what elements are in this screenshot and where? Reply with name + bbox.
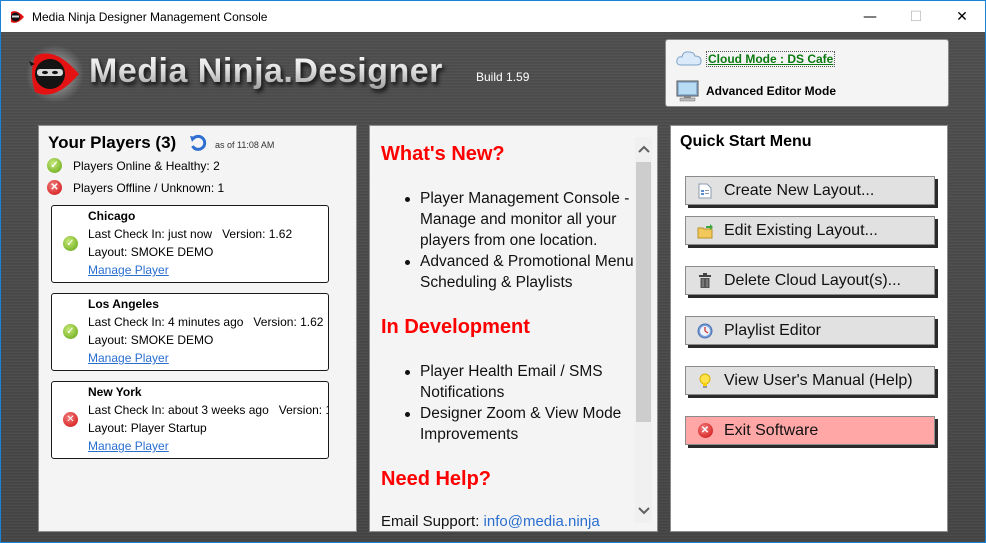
news-panel: What's New? Player Management Console - … — [369, 125, 658, 532]
summary-online-text: Players Online & Healthy: 2 — [73, 158, 220, 173]
maximize-icon: ☐ — [909, 8, 923, 25]
last-check-in: Last Check In: about 3 weeks ago — [88, 403, 269, 417]
brand-title: Media Ninja.Designer — [89, 52, 443, 90]
player-card-chicago: ✓ Chicago Last Check In: just now Version… — [51, 205, 329, 283]
exit-icon: ✕ — [697, 423, 713, 439]
news-item: Player Management Console - Manage and m… — [405, 188, 641, 251]
trash-icon — [697, 273, 713, 289]
error-circle-icon: ✕ — [697, 423, 713, 438]
news-item: Designer Zoom & View Mode Improvements — [405, 403, 641, 445]
exit-software-button[interactable]: ✕ Exit Software — [685, 416, 935, 445]
advanced-editor-mode-label[interactable]: Advanced Editor Mode — [706, 84, 836, 98]
check-circle-icon: ✓ — [47, 158, 62, 173]
player-name: Los Angeles — [88, 297, 159, 311]
check-circle-icon: ✓ — [63, 324, 78, 339]
last-refreshed-time: as of 11:08 AM — [215, 140, 275, 150]
email-support-label: Email Support: — [381, 513, 484, 530]
news-item: Advanced & Promotional Menu Scheduling &… — [405, 251, 641, 293]
error-circle-icon: ✕ — [47, 180, 62, 195]
whats-new-list: Player Management Console - Manage and m… — [405, 188, 641, 293]
quick-start-panel: Quick Start Menu Create New Layout... Ed… — [670, 125, 948, 532]
players-title: Your Players (3) — [48, 133, 177, 152]
player-layout: Layout: Player Startup — [88, 421, 207, 435]
player-card-new-york: ✕ New York Last Check In: about 3 weeks … — [51, 381, 329, 459]
error-circle-icon: ✕ — [63, 412, 78, 427]
need-help-heading: Need Help? — [381, 468, 492, 490]
whats-new-heading: What's New? — [381, 143, 505, 165]
new-document-icon — [697, 183, 713, 199]
cloud-mode-row: Cloud Mode : DS Cafe — [676, 48, 836, 70]
refresh-icon[interactable] — [189, 134, 207, 152]
last-check-in: Last Check In: 4 minutes ago — [88, 315, 244, 329]
scroll-thumb[interactable] — [636, 162, 651, 422]
news-scrollbar[interactable] — [635, 137, 652, 523]
button-label: Exit Software — [724, 421, 819, 439]
player-layout: Layout: SMOKE DEMO — [88, 333, 214, 347]
app-window: Media Ninja Designer Management Console … — [0, 0, 986, 543]
in-development-heading: In Development — [381, 316, 530, 338]
ninja-logo-icon — [25, 44, 85, 104]
player-checkin: Last Check In: about 3 weeks ago Version:… — [88, 403, 328, 417]
edit-existing-layout-button[interactable]: Edit Existing Layout... — [685, 216, 935, 245]
open-folder-icon — [697, 223, 713, 239]
email-support-line: Email Support: info@media.ninja — [381, 513, 600, 530]
quick-start-title: Quick Start Menu — [680, 133, 812, 150]
advanced-mode-row: Advanced Editor Mode — [676, 80, 836, 102]
maximize-button[interactable]: ☐ — [893, 1, 939, 32]
player-name: Chicago — [88, 209, 136, 223]
close-button[interactable]: ✕ — [939, 1, 985, 32]
button-label: Playlist Editor — [724, 321, 821, 339]
window-title: Media Ninja Designer Management Console — [32, 9, 268, 24]
mode-panel: Cloud Mode : DS Cafe Advanced Editor Mod… — [665, 39, 949, 107]
playlist-editor-button[interactable]: Playlist Editor — [685, 316, 935, 345]
player-card-los-angeles: ✓ Los Angeles Last Check In: 4 minutes a… — [51, 293, 329, 371]
scroll-down-icon[interactable] — [635, 499, 652, 523]
check-circle-icon: ✓ — [63, 236, 78, 251]
in-development-list: Player Health Email / SMS Notifications … — [405, 361, 641, 445]
button-label: View User's Manual (Help) — [724, 371, 913, 389]
cloud-icon — [676, 48, 702, 70]
button-label: Edit Existing Layout... — [724, 221, 878, 239]
button-label: Delete Cloud Layout(s)... — [724, 271, 901, 289]
monitor-icon — [676, 80, 702, 102]
title-bar: Media Ninja Designer Management Console … — [1, 1, 985, 32]
player-version: Version: 1.62 — [253, 315, 324, 329]
player-name: New York — [88, 385, 142, 399]
scroll-up-icon[interactable] — [635, 137, 652, 161]
main-client-area: Media Ninja.Designer Build 1.59 Cloud Mo… — [1, 32, 985, 542]
lightbulb-icon — [697, 373, 713, 389]
build-version: Build 1.59 — [476, 70, 530, 84]
button-label: Create New Layout... — [724, 181, 875, 199]
player-layout: Layout: SMOKE DEMO — [88, 245, 214, 259]
email-support-link[interactable]: info@media.ninja — [484, 513, 600, 530]
delete-cloud-layouts-button[interactable]: Delete Cloud Layout(s)... — [685, 266, 935, 295]
minimize-icon: — — [863, 8, 877, 25]
minimize-button[interactable]: — — [847, 1, 893, 32]
close-icon: ✕ — [956, 8, 968, 25]
player-checkin: Last Check In: 4 minutes ago Version: 1.6… — [88, 315, 323, 329]
news-item: Player Health Email / SMS Notifications — [405, 361, 641, 403]
create-new-layout-button[interactable]: Create New Layout... — [685, 176, 935, 205]
players-panel: Your Players (3) as of 11:08 AM ✓ Player… — [38, 125, 357, 532]
view-users-manual-button[interactable]: View User's Manual (Help) — [685, 366, 935, 395]
last-check-in: Last Check In: just now — [88, 227, 213, 241]
player-checkin: Last Check In: just now Version: 1.62 — [88, 227, 292, 241]
player-version: Version: 1.62 — [222, 227, 293, 241]
window-controls: — ☐ ✕ — [847, 1, 985, 32]
player-version: Version: 1.6 — [278, 403, 328, 417]
summary-offline-text: Players Offline / Unknown: 1 — [73, 180, 225, 195]
clock-icon — [697, 323, 713, 339]
manage-player-link[interactable]: Manage Player — [88, 351, 169, 365]
summary-offline: ✕ Players Offline / Unknown: 1 — [47, 180, 224, 195]
cloud-mode-link[interactable]: Cloud Mode : DS Cafe — [706, 51, 836, 67]
app-ninja-icon — [9, 9, 25, 25]
manage-player-link[interactable]: Manage Player — [88, 439, 169, 453]
summary-online: ✓ Players Online & Healthy: 2 — [47, 158, 220, 173]
manage-player-link[interactable]: Manage Player — [88, 263, 169, 277]
